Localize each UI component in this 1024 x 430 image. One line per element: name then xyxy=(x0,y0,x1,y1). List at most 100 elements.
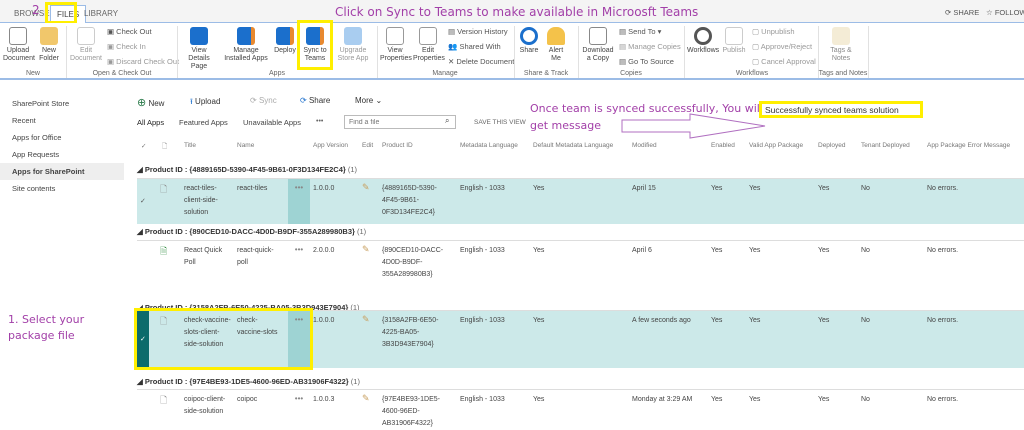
nav-item-recent[interactable]: Recent xyxy=(0,112,124,129)
column-header-product-id[interactable]: Product ID xyxy=(382,142,413,149)
sync-command[interactable]: ⟳ Sync xyxy=(250,96,277,105)
upgrade-icon xyxy=(344,27,362,45)
search-icon[interactable]: ⌕ xyxy=(445,116,449,126)
new-command[interactable]: ⊕ New xyxy=(137,96,164,109)
table-row[interactable]: 🗋 ••• coipoc-client-side-solution coipoc 1.0… xyxy=(137,389,1024,429)
cell-enabled: Yes xyxy=(711,317,723,324)
nav-item-apps-for-office[interactable]: Apps for Office xyxy=(0,129,124,146)
manage-installed-apps-button[interactable]: Manage Installed Apps xyxy=(220,27,272,63)
view-unavailable-apps[interactable]: Unavailable Apps xyxy=(243,118,301,127)
cell-title[interactable]: react-tiles-client-side-solution xyxy=(184,183,232,219)
column-header-title[interactable]: Title xyxy=(184,142,196,149)
item-menu-button[interactable]: ••• xyxy=(288,179,310,224)
search-input[interactable] xyxy=(344,115,456,129)
cell-title[interactable]: coipoc-client-side-solution xyxy=(184,394,232,418)
select-all-check[interactable]: ✓ xyxy=(141,142,146,150)
share-label: SHARE xyxy=(953,8,980,17)
share-command[interactable]: ⟳ Share xyxy=(300,96,330,105)
check-in-button[interactable]: ▣ Check In xyxy=(107,42,146,51)
deploy-button[interactable]: Deploy xyxy=(273,27,297,55)
cancel-approval-button[interactable]: ▢ Cancel Approval xyxy=(752,57,816,66)
delete-document-button[interactable]: ✕ Delete Document xyxy=(448,57,514,66)
edit-icon[interactable]: ✎ xyxy=(362,314,370,325)
upload-arrow-icon: ⭱ xyxy=(190,97,193,106)
view-featured-apps[interactable]: Featured Apps xyxy=(179,118,228,127)
new-folder-button[interactable]: New Folder xyxy=(36,27,62,63)
column-header-name[interactable]: Name xyxy=(237,142,254,149)
upload-command[interactable]: ⭱ Upload xyxy=(190,96,220,110)
column-header-valid-app-package[interactable]: Valid App Package xyxy=(749,142,803,149)
group-header[interactable]: ◢ Product ID : {4889165D-5390-4F45-9B61-… xyxy=(137,165,357,174)
view-properties-button[interactable]: View Properties xyxy=(380,27,412,63)
more-views-button[interactable]: ••• xyxy=(316,118,323,125)
cell-enabled: Yes xyxy=(711,396,723,403)
tags-notes-button[interactable]: Tags & Notes xyxy=(826,27,856,63)
tab-library[interactable]: LIBRARY xyxy=(78,5,124,23)
nav-item-sharepoint-store[interactable]: SharePoint Store xyxy=(0,95,124,112)
cell-error: No errors. xyxy=(927,317,959,324)
file-type-header-icon: 🗋 xyxy=(162,143,168,150)
item-menu-button[interactable]: ••• xyxy=(288,241,310,290)
column-header-app-package-error-message[interactable]: App Package Error Message xyxy=(927,142,1010,149)
discard-check-out-button[interactable]: ▣ Discard Check Out xyxy=(107,57,179,66)
shared-with-button[interactable]: 👥 Shared With xyxy=(448,42,501,51)
alert-me-button[interactable]: Alert Me xyxy=(545,27,567,63)
follow-link[interactable]: ☆ FOLLOW xyxy=(986,8,1024,17)
view-all-apps[interactable]: All Apps xyxy=(137,118,164,127)
app-icon xyxy=(190,27,208,45)
workflows-button[interactable]: Workflows xyxy=(687,27,719,55)
column-header-default-metadata-language[interactable]: Default Metadata Language xyxy=(533,142,613,149)
cell-deployed: Yes xyxy=(818,247,830,254)
view-details-page-button[interactable]: View Details Page xyxy=(180,27,218,71)
unpublish-button[interactable]: ▢ Unpublish xyxy=(752,27,795,36)
bell-icon xyxy=(547,27,565,45)
cell-name[interactable]: coipoc xyxy=(237,394,281,406)
share-button[interactable]: Share xyxy=(518,27,540,55)
cell-pid: {4889165D-5390-4F45-9B61-0F3D134FE2C4} xyxy=(382,185,437,216)
download-icon xyxy=(589,27,607,45)
column-header-modified[interactable]: Modified xyxy=(632,142,657,149)
deploy-icon xyxy=(276,27,294,45)
more-command[interactable]: More ⌄ xyxy=(355,96,382,105)
column-header-enabled[interactable]: Enabled xyxy=(711,142,735,149)
upload-document-button[interactable]: Upload Document xyxy=(3,27,35,63)
upgrade-store-app-button[interactable]: Upgrade Store App xyxy=(333,27,373,63)
send-to-button[interactable]: ▤ Send To ▾ xyxy=(619,27,661,36)
column-header-app-version[interactable]: App Version xyxy=(313,142,348,149)
edit-properties-button[interactable]: Edit Properties xyxy=(413,27,445,63)
table-row[interactable]: ✓ 🗋 ••• react-tiles-client-side-solution rea… xyxy=(137,178,1024,224)
go-to-source-button[interactable]: ▤ Go To Source xyxy=(619,57,674,66)
manage-copies-button[interactable]: ▤ Manage Copies xyxy=(619,42,681,51)
group-label-checkout: Open & Check Out xyxy=(92,70,152,77)
group-header[interactable]: ◢ Product ID : {97E4BE93-1DE5-4600-96ED-… xyxy=(137,377,360,386)
group-header[interactable]: ◢ Product ID : {890CED10-DACC-4D0D-B9DF-… xyxy=(137,227,366,236)
row-checkbox[interactable]: ✓ xyxy=(140,197,146,205)
group-count: (1) xyxy=(347,165,358,174)
check-out-button[interactable]: ▣ Check Out xyxy=(107,27,152,36)
save-view-button[interactable]: SAVE THIS VIEW xyxy=(474,119,526,126)
group-label-apps: Apps xyxy=(269,70,285,77)
download-copy-button[interactable]: Download a Copy xyxy=(580,27,616,63)
nav-item-apps-for-sharepoint[interactable]: Apps for SharePoint xyxy=(0,163,124,180)
edit-document-button[interactable]: Edit Document xyxy=(68,27,104,63)
nav-item-site-contents[interactable]: Site contents xyxy=(0,180,124,197)
publish-button[interactable]: Publish xyxy=(721,27,747,55)
column-header-tenant-deployed[interactable]: Tenant Deployed xyxy=(861,142,910,149)
edit-icon[interactable]: ✎ xyxy=(362,244,370,255)
edit-icon[interactable]: ✎ xyxy=(362,393,370,404)
approve-reject-button[interactable]: ▢ Approve/Reject xyxy=(752,42,812,51)
cell-name[interactable]: react-quick-poll xyxy=(237,245,281,269)
share-link[interactable]: ⟳ SHARE xyxy=(945,8,979,17)
cell-name[interactable]: react-tiles xyxy=(237,183,281,195)
column-header-edit[interactable]: Edit xyxy=(362,142,373,149)
cell-title[interactable]: React Quick Poll xyxy=(184,245,232,269)
nav-item-app-requests[interactable]: App Requests xyxy=(0,146,124,163)
edit-doc-icon xyxy=(77,27,95,45)
group-count: (1) xyxy=(357,227,367,236)
column-header-deployed[interactable]: Deployed xyxy=(818,142,845,149)
table-row[interactable]: 🗎 ••• React Quick Poll react-quick-poll 2.0.… xyxy=(137,240,1024,290)
edit-icon[interactable]: ✎ xyxy=(362,182,370,193)
item-menu-button[interactable]: ••• xyxy=(288,390,310,429)
version-history-button[interactable]: ▤ Version History xyxy=(448,27,508,36)
column-header-metadata-language[interactable]: Metadata Language xyxy=(460,142,518,149)
